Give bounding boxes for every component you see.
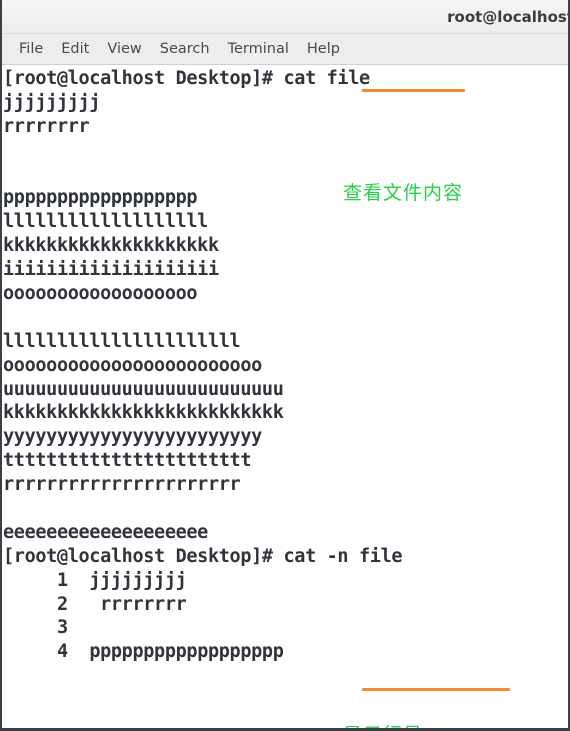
terminal-line: 2 rrrrrrrr: [3, 593, 187, 615]
terminal-line: [root@localhost Desktop]# cat file: [3, 68, 370, 89]
annotation-view-file-content: 查看文件内容: [343, 182, 464, 204]
terminal-line: jjjjjjjjj: [3, 91, 101, 113]
terminal-line: pppppppppppppppppp: [3, 187, 198, 209]
terminal-line: kkkkkkkkkkkkkkkkkkkk: [3, 235, 219, 257]
menu-item-help[interactable]: Help: [298, 39, 349, 59]
window-titlebar: root@localhost: [2, 0, 568, 34]
command-underline-cat-file: [362, 89, 465, 92]
terminal-line: ttttttttttttttttttttttt: [3, 450, 252, 472]
terminal-window: root@localhost File Edit View Search Ter…: [0, 0, 570, 731]
terminal-line: eeeeeeeeeeeeeeeeeee: [3, 521, 208, 543]
annotation-show-line-numbers: 显示行号: [343, 720, 423, 728]
menu-item-terminal[interactable]: Terminal: [219, 39, 298, 59]
terminal-line: iiiiiiiiiiiiiiiiiiii: [3, 259, 219, 281]
terminal-line: [root@localhost Desktop]# cat -n file: [3, 545, 403, 567]
terminal-line: oooooooooooooooooo: [3, 283, 198, 305]
terminal-line: rrrrrrrrrrrrrrrrrrrrrr: [3, 474, 241, 496]
menu-item-view[interactable]: View: [98, 39, 150, 59]
command-underline-cat-n-file: [362, 688, 510, 691]
terminal-line: yyyyyyyyyyyyyyyyyyyyyyyy: [3, 426, 262, 448]
terminal-line: rrrrrrrr: [3, 115, 90, 137]
menubar: File Edit View Search Terminal Help: [2, 34, 568, 65]
menu-item-file[interactable]: File: [10, 39, 52, 59]
terminal-line: lllllllllllllllllll: [3, 211, 208, 233]
terminal-line: oooooooooooooooooooooooo: [3, 354, 262, 376]
terminal-line: 3: [3, 617, 68, 639]
terminal-line: llllllllllllllllllllll: [3, 330, 241, 352]
terminal-line: 4 pppppppppppppppppp: [3, 641, 284, 663]
terminal-line: 1 jjjjjjjjj: [3, 569, 187, 591]
terminal-line: uuuuuuuuuuuuuuuuuuuuuuuuuu: [3, 378, 284, 400]
window-title: root@localhost: [447, 7, 568, 26]
terminal-output-area[interactable]: [root@localhost Desktop]# cat file jjjjj…: [2, 65, 568, 728]
menu-item-search[interactable]: Search: [151, 39, 219, 59]
terminal-line: kkkkkkkkkkkkkkkkkkkkkkkkkk: [3, 402, 284, 424]
menu-item-edit[interactable]: Edit: [52, 39, 98, 59]
